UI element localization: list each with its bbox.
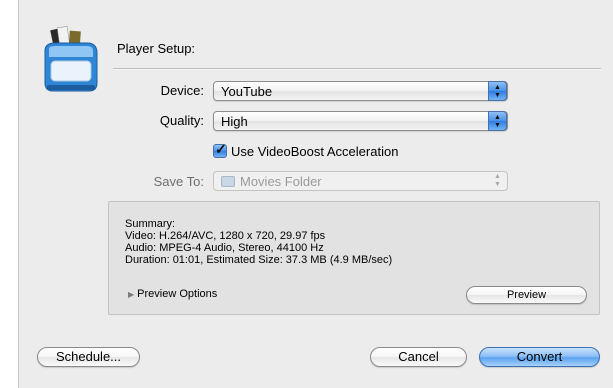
popup-arrows-icon: ▲ ▼ [494, 173, 501, 188]
summary-text: Summary: Video: H.264/AVC, 1280 x 720, 2… [125, 218, 392, 266]
preview-button[interactable]: Preview [466, 286, 587, 304]
quality-label: Quality: [159, 113, 204, 128]
preview-options-label: Preview Options [137, 288, 218, 300]
popup-arrows-icon: ▲ ▼ [488, 111, 507, 131]
summary-panel: Summary: Video: H.264/AVC, 1280 x 720, 2… [108, 201, 600, 315]
summary-heading: Summary: [125, 218, 176, 230]
summary-video: Video: H.264/AVC, 1280 x 720, 29.97 fps [125, 230, 326, 242]
save-to-value: Movies Folder [240, 174, 322, 189]
checkmark-icon: ✓ [215, 141, 227, 157]
cancel-button[interactable]: Cancel [370, 347, 467, 367]
popup-arrows-icon: ▲ ▼ [488, 81, 507, 101]
convert-button[interactable]: Convert [479, 347, 600, 367]
save-to-popup[interactable]: Movies Folder ▲ ▼ [213, 171, 508, 191]
summary-audio: Audio: MPEG-4 Audio, Stereo, 44100 Hz [125, 242, 324, 254]
quality-value: High [221, 114, 248, 129]
summary-duration: Duration: 01:01, Estimated Size: 37.3 MB… [125, 254, 393, 266]
dialog-sheet [18, 0, 613, 388]
device-value: YouTube [221, 84, 273, 99]
folder-icon [221, 176, 235, 187]
section-title: Player Setup: [117, 41, 196, 56]
schedule-button[interactable]: Schedule... [37, 347, 140, 367]
device-popup[interactable]: YouTube ▲ ▼ [213, 81, 508, 101]
disclosure-triangle-icon: ▶ [128, 290, 135, 299]
section-divider [113, 68, 601, 70]
preview-options-disclosure[interactable]: ▶ Preview Options [128, 288, 217, 300]
videoboost-checkbox[interactable]: ✓ [213, 141, 227, 158]
quality-popup[interactable]: High ▲ ▼ [213, 111, 508, 131]
save-to-label: Save To: [153, 174, 204, 189]
videoboost-label[interactable]: Use VideoBoost Acceleration [231, 144, 398, 159]
device-label: Device: [160, 83, 204, 98]
